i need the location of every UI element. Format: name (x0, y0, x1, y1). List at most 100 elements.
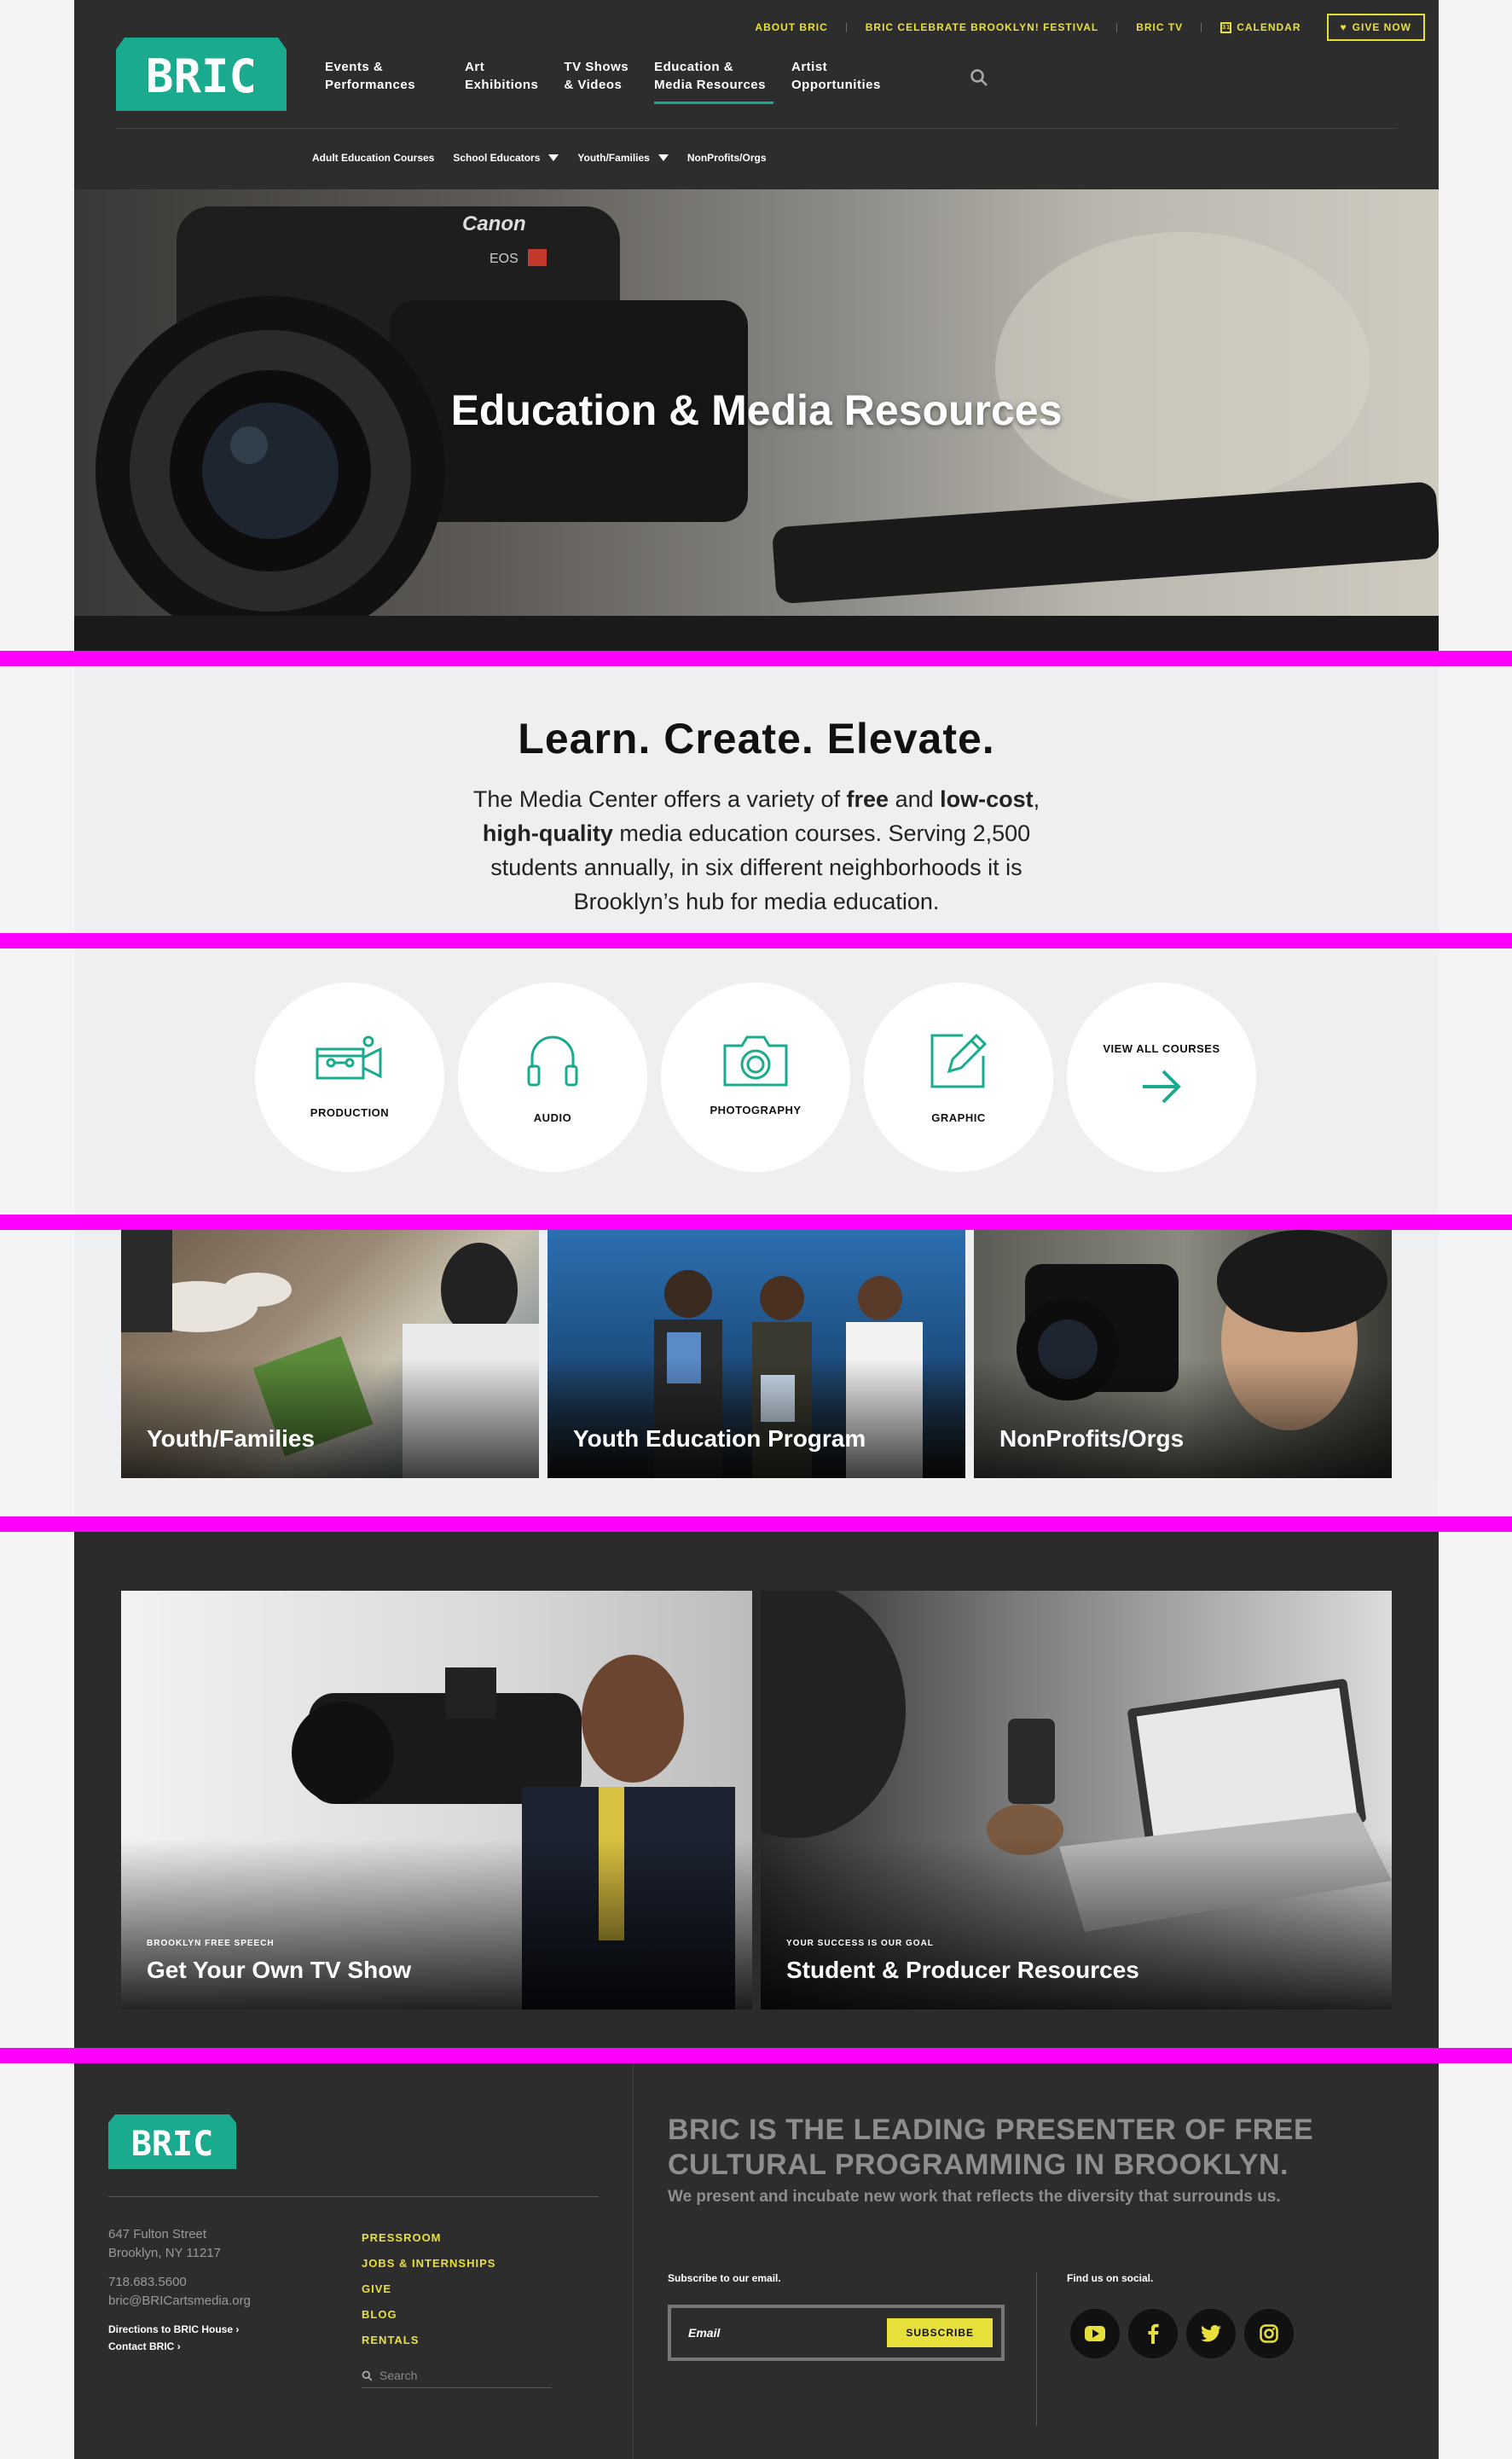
main-nav: Events & Performances Art Exhibitions TV S… (325, 58, 930, 104)
calendar-label: CALENDAR (1237, 21, 1301, 33)
headphones-icon (527, 1035, 578, 1087)
page: ABOUT BRIC BRIC CELEBRATE BROOKLYN! FEST… (0, 0, 1512, 2459)
card-student-resources[interactable]: YOUR SUCCESS IS OUR GOAL Student & Produ… (761, 1591, 1392, 2010)
view-all-courses-button[interactable]: VIEW ALL COURSES (1067, 983, 1256, 1172)
course-label: VIEW ALL COURSES (1103, 1042, 1220, 1055)
arrow-right-icon (1143, 1070, 1181, 1104)
section-divider (0, 651, 1512, 666)
chevron-down-icon (658, 154, 669, 161)
chevron-down-icon (548, 154, 559, 161)
site-footer: BRIC 647 Fulton Street Brooklyn, NY 1121… (74, 2063, 1439, 2459)
search-icon (362, 2370, 373, 2381)
hero-title: Education & Media Resources (450, 386, 1063, 434)
utility-nav: ABOUT BRIC BRIC CELEBRATE BROOKLYN! FEST… (736, 14, 1425, 41)
pressroom-link[interactable]: PRESSROOM (362, 2225, 495, 2251)
section-divider (0, 1215, 1512, 1230)
subnav-school-educators[interactable]: School Educators (453, 152, 559, 164)
svg-text:Canon: Canon (462, 212, 526, 235)
heart-icon: ♥ (1340, 21, 1347, 33)
facebook-icon[interactable] (1128, 2309, 1178, 2358)
address-line-2: Brooklyn, NY 11217 (108, 2246, 222, 2260)
card-youth-families[interactable]: Youth/Families (121, 1230, 539, 1478)
svg-text:EOS: EOS (490, 252, 518, 266)
card-title: NonProfits/Orgs (999, 1425, 1185, 1452)
card-nonprofits[interactable]: NonProfits/Orgs (974, 1230, 1392, 1478)
card-title: Youth/Families (147, 1425, 316, 1452)
logo-text: BRIC (146, 49, 257, 103)
course-label: PRODUCTION (310, 1106, 390, 1119)
chevron-right-icon: › (177, 2340, 181, 2352)
svg-text:BRIC: BRIC (131, 2125, 213, 2164)
card-kicker: YOUR SUCCESS IS OUR GOAL (786, 1939, 934, 1948)
subscribe-label: Subscribe to our email. (668, 2272, 781, 2284)
card-title: Get Your Own TV Show (147, 1957, 412, 1983)
footer-bric-logo[interactable]: BRIC (108, 2114, 236, 2169)
footer-search-input[interactable]: Search (362, 2369, 552, 2388)
directions-link[interactable]: Directions to BRIC House › (108, 2321, 251, 2338)
nav-art[interactable]: Art Exhibitions (465, 58, 564, 94)
card-overlay (547, 1359, 965, 1478)
calendar-link[interactable]: 31 CALENDAR (1202, 21, 1319, 33)
card-overlay (761, 1839, 1392, 2010)
card-overlay (974, 1359, 1392, 1478)
card-tv-show[interactable]: BROOKLYN FREE SPEECH Get Your Own TV Sho… (121, 1591, 752, 2010)
sub-nav: Adult Education Courses School Educators… (312, 152, 767, 164)
site-header: ABOUT BRIC BRIC CELEBRATE BROOKLYN! FEST… (74, 0, 1439, 189)
contact-link[interactable]: Contact BRIC › (108, 2338, 251, 2355)
section-divider (0, 2048, 1512, 2063)
course-photography[interactable]: PHOTOGRAPHY (661, 983, 850, 1172)
calendar-icon: 31 (1220, 21, 1232, 33)
bric-logo[interactable]: BRIC (116, 38, 287, 111)
youtube-icon[interactable] (1070, 2309, 1120, 2358)
subnav-youth-families[interactable]: Youth/Families (577, 152, 669, 164)
course-production[interactable]: PRODUCTION (255, 983, 444, 1172)
email-field[interactable]: Email (688, 2326, 887, 2340)
blog-link[interactable]: BLOG (362, 2302, 495, 2328)
section-divider (0, 1517, 1512, 1532)
nav-events[interactable]: Events & Performances (325, 58, 465, 94)
card-overlay (121, 1839, 752, 2010)
feature-section: BROOKLYN FREE SPEECH Get Your Own TV Sho… (74, 1532, 1439, 2048)
twitter-icon[interactable] (1186, 2309, 1236, 2358)
about-link[interactable]: ABOUT BRIC (736, 21, 848, 33)
card-overlay (121, 1359, 539, 1478)
header-divider (116, 128, 1397, 129)
email-address[interactable]: bric@BRICartsmedia.org (108, 2292, 251, 2311)
rentals-link[interactable]: RENTALS (362, 2328, 495, 2353)
give-link[interactable]: GIVE (362, 2276, 495, 2302)
subscribe-button[interactable]: SUBSCRIBE (887, 2318, 993, 2347)
course-audio[interactable]: AUDIO (458, 983, 647, 1172)
footer-rule (108, 2196, 599, 2197)
card-youth-education[interactable]: Youth Education Program (547, 1230, 965, 1478)
nav-tv[interactable]: TV Shows & Videos (564, 58, 654, 94)
footer-links: PRESSROOM JOBS & INTERNSHIPS GIVE BLOG R… (362, 2225, 495, 2353)
subnav-nonprofits[interactable]: NonProfits/Orgs (687, 152, 767, 164)
social-label: Find us on social. (1067, 2272, 1154, 2284)
instagram-icon[interactable] (1244, 2309, 1294, 2358)
program-cards: Youth/Families Youth Education Program N… (74, 1230, 1439, 1478)
phone-number[interactable]: 718.683.5600 (108, 2273, 251, 2292)
search-icon[interactable] (970, 68, 988, 87)
course-categories: PRODUCTION AUDIO PHOTOGRAPHY GRAPHIC VIE… (74, 948, 1439, 1215)
subnav-adult-education[interactable]: Adult Education Courses (312, 152, 434, 164)
give-now-label: GIVE NOW (1352, 21, 1411, 33)
course-graphic[interactable]: GRAPHIC (864, 983, 1053, 1172)
section-divider (0, 933, 1512, 948)
give-now-button[interactable]: ♥ GIVE NOW (1326, 14, 1425, 41)
footer-tagline: BRIC IS THE LEADING PRESENTER OF FREE CU… (668, 2114, 1314, 2181)
jobs-link[interactable]: JOBS & INTERNSHIPS (362, 2251, 495, 2276)
bric-tv-link[interactable]: BRIC TV (1117, 21, 1202, 33)
search-placeholder: Search (379, 2369, 418, 2382)
intro-text: The Media Center offers a variety of fre… (472, 786, 1040, 914)
festival-link[interactable]: BRIC CELEBRATE BROOKLYN! FESTIVAL (847, 21, 1118, 33)
card-title: Student & Producer Resources (786, 1957, 1139, 1983)
chevron-right-icon: › (235, 2323, 240, 2335)
footer-divider (633, 2063, 634, 2459)
address-line-1: 647 Fulton Street (108, 2227, 207, 2242)
card-title: Youth Education Program (573, 1425, 866, 1452)
nav-education[interactable]: Education & Media Resources (654, 58, 791, 104)
card-kicker: BROOKLYN FREE SPEECH (147, 1939, 275, 1948)
camera-icon (723, 1035, 788, 1087)
footer-subline: We present and incubate new work that re… (668, 2188, 1281, 2206)
nav-artist-opps[interactable]: Artist Opportunities (791, 58, 930, 94)
